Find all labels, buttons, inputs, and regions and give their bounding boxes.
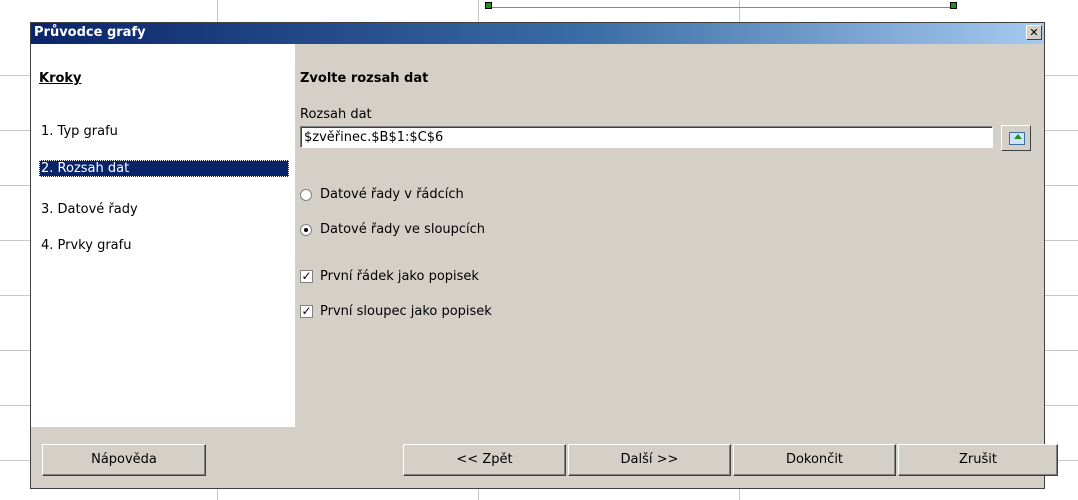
close-icon: ✕ xyxy=(1029,26,1039,39)
step-data-range[interactable]: 2. Rozsah dat xyxy=(39,160,289,177)
range-label: Rozsah dat xyxy=(300,107,372,122)
radio-columns-label: Datové řady ve sloupcích xyxy=(320,222,486,237)
help-button[interactable]: Nápověda xyxy=(42,444,206,476)
radio-button[interactable] xyxy=(300,188,312,201)
arrow-up-icon xyxy=(1014,134,1022,139)
chart-resize-handle[interactable] xyxy=(485,2,492,9)
first-column-label: První sloupec jako popisek xyxy=(320,304,492,319)
chart-frame-edge xyxy=(487,7,957,8)
section-title: Zvolte rozsah dat xyxy=(300,71,429,86)
checkbox-checked[interactable]: ✓ xyxy=(300,305,313,318)
step-data-series[interactable]: 3. Datové řady xyxy=(39,201,140,218)
sheet-gridline xyxy=(1045,295,1078,296)
cancel-button[interactable]: Zrušit xyxy=(898,444,1058,476)
radio-button-selected[interactable] xyxy=(300,223,312,236)
step-chart-type[interactable]: 1. Typ grafu xyxy=(39,123,120,140)
checkbox-checked[interactable]: ✓ xyxy=(300,270,313,283)
chart-resize-handle[interactable] xyxy=(950,2,957,9)
sheet-gridline xyxy=(1045,350,1078,351)
sheet-gridline xyxy=(1045,240,1078,241)
steps-panel: Kroky 1. Typ grafu 2. Rozsah dat 3. Dato… xyxy=(31,44,295,427)
radio-series-in-columns[interactable]: Datové řady ve sloupcích xyxy=(300,222,485,237)
sheet-gridline xyxy=(0,130,30,131)
sheet-gridline xyxy=(1045,185,1078,186)
sheet-gridline xyxy=(0,75,30,76)
radio-rows-label: Datové řady v řádcích xyxy=(320,187,464,202)
content-panel: Zvolte rozsah dat Rozsah dat Datové řady… xyxy=(295,44,1044,427)
sheet-gridline xyxy=(1045,405,1078,406)
sheet-gridline xyxy=(0,240,30,241)
sheet-gridline xyxy=(0,350,30,351)
step-chart-elements[interactable]: 4. Prvky grafu xyxy=(39,237,133,254)
radio-series-in-rows[interactable]: Datové řady v řádcích xyxy=(300,187,464,202)
sheet-gridline xyxy=(0,185,30,186)
chart-wizard-dialog: Průvodce grafy ✕ Kroky 1. Typ grafu 2. R… xyxy=(30,22,1058,489)
sheet-gridline xyxy=(0,405,30,406)
sheet-gridline xyxy=(1045,130,1078,131)
sheet-gridline xyxy=(0,460,30,461)
checkbox-first-column-label[interactable]: ✓ První sloupec jako popisek xyxy=(300,304,492,319)
close-button[interactable]: ✕ xyxy=(1026,25,1042,40)
first-row-label: První řádek jako popisek xyxy=(320,269,479,284)
shrink-range-button[interactable] xyxy=(1001,125,1031,151)
steps-heading: Kroky xyxy=(39,71,82,86)
dialog-titlebar[interactable]: Průvodce grafy ✕ xyxy=(31,23,1044,44)
checkbox-first-row-label[interactable]: ✓ První řádek jako popisek xyxy=(300,269,479,284)
next-button[interactable]: Další >> xyxy=(568,444,731,476)
sheet-gridline xyxy=(1045,75,1078,76)
back-button[interactable]: << Zpět xyxy=(403,444,566,476)
finish-button[interactable]: Dokončit xyxy=(733,444,896,476)
dialog-title: Průvodce grafy xyxy=(34,25,146,40)
sheet-gridline xyxy=(0,295,30,296)
button-bar: Nápověda << Zpět Další >> Dokončit Zruši… xyxy=(31,427,1058,488)
data-range-input[interactable] xyxy=(300,126,993,148)
